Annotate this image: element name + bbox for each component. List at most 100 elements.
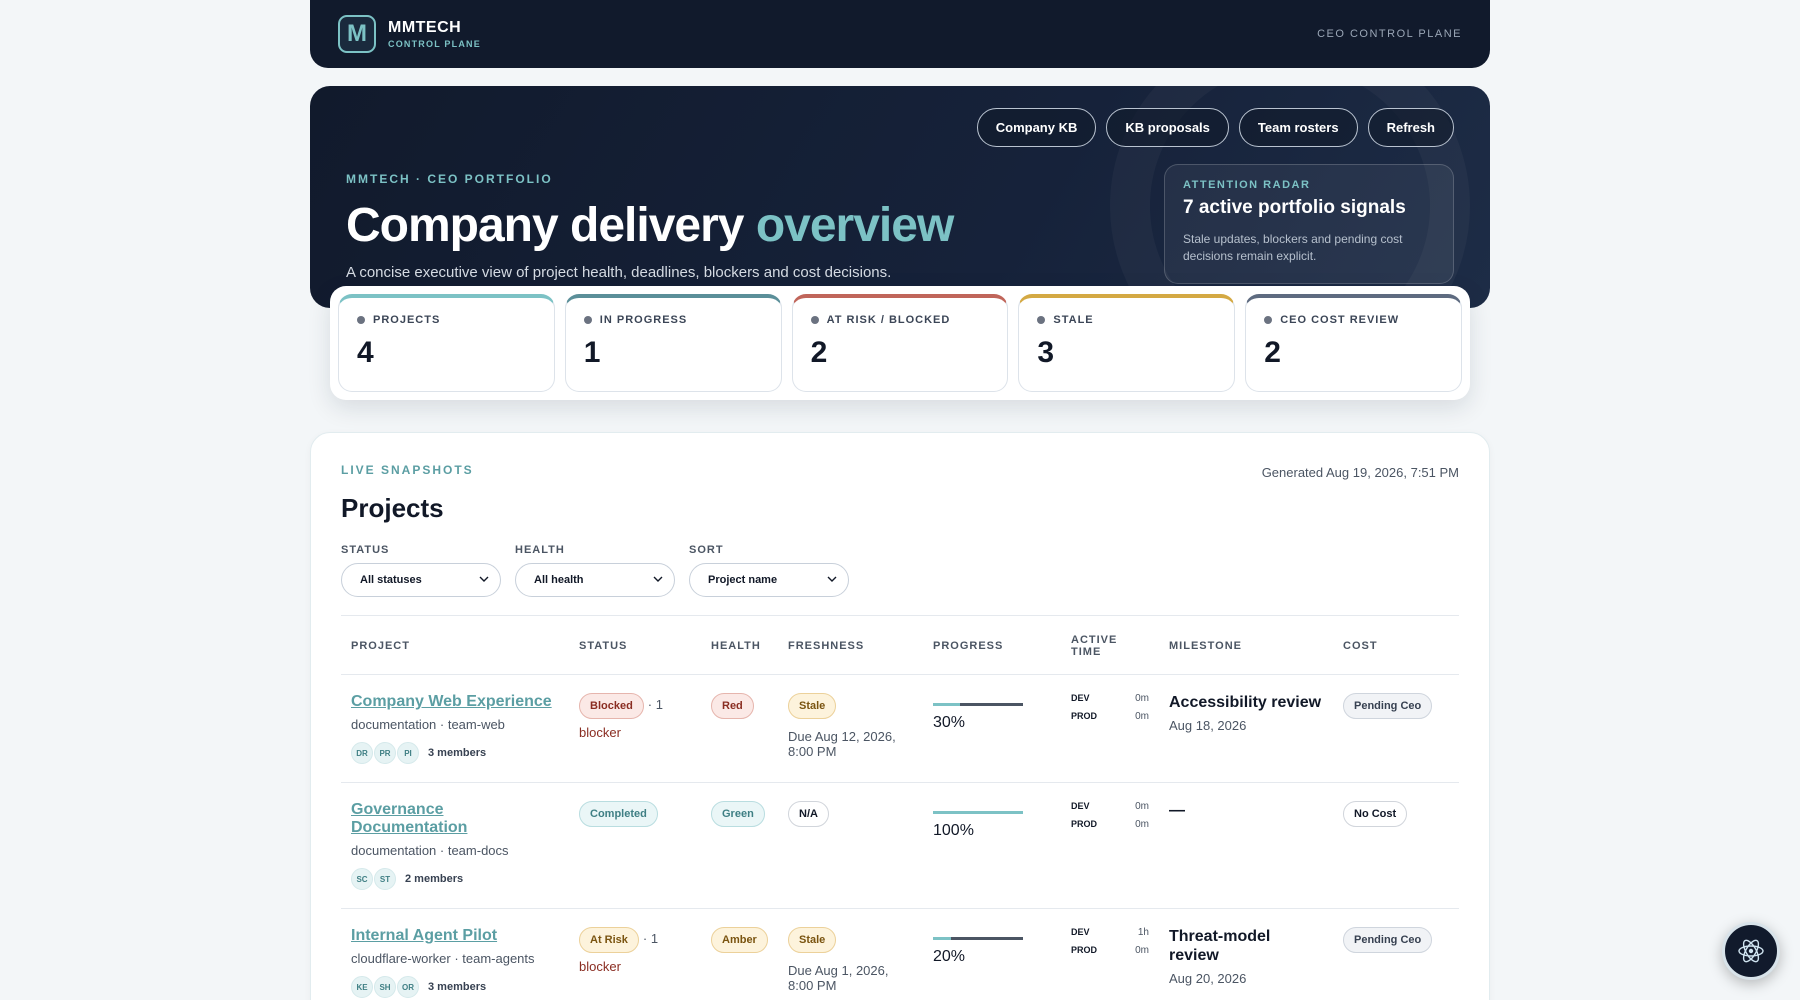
brand: MMTECH CONTROL PLANE [388,19,481,49]
status-badge: Completed [579,801,658,827]
member-list: SC ST 2 members [351,868,559,890]
prod-time: PROD 0m [1071,945,1149,956]
stat-label: IN PROGRESS [599,314,688,326]
dev-label: DEV [1071,927,1090,937]
team-rosters-button[interactable]: Team rosters [1238,108,1358,147]
project-link[interactable]: Governance Documentation [351,801,559,837]
sort-filter: SORT Project name [689,544,849,597]
section-title: Projects [341,493,444,523]
blocker-count: · 1 [647,697,663,712]
freshness-badge: N/A [788,801,829,827]
progress-fill [933,811,1023,814]
column-header[interactable]: PROGRESS [923,615,1061,675]
kb-proposals-button[interactable]: KB proposals [1106,108,1229,147]
title-main: Company delivery [346,199,756,252]
stat-in-progress: IN PROGRESS 1 [564,294,782,392]
stat-label: PROJECTS [373,314,441,326]
prod-value: 0m [1135,819,1149,830]
hero-eyebrow: MMTECH · CEO PORTFOLIO [346,172,553,186]
dev-label: DEV [1071,801,1090,811]
table-row: Company Web Experience documentation · t… [341,674,1459,783]
assistant-button[interactable] [1722,922,1780,980]
cost-badge: No Cost [1343,801,1408,827]
prod-label: PROD [1071,819,1098,829]
table-header-row: PROJECT STATUS HEALTH FRESHNESS PROGRESS… [341,615,1459,675]
cost-badge: Pending Ceo [1343,693,1433,719]
stat-at-risk: AT RISK / BLOCKED 2 [791,294,1009,392]
blocker-count: · 1 [642,931,659,946]
company-kb-button[interactable]: Company KB [976,108,1097,147]
dev-time: DEV 1h [1071,927,1149,938]
milestone-date: Aug 18, 2026 [1169,718,1247,733]
select-value: Project name [708,574,778,586]
column-header[interactable]: PROJECT [341,615,569,675]
title-accent: overview [755,199,954,252]
projects-table: PROJECT STATUS HEALTH FRESHNESS PROGRESS… [341,615,1459,1000]
select-value: All health [534,574,584,586]
freshness-badge: Stale [788,927,837,953]
due-date: Due Aug 12, 2026, 8:00 PM [788,729,896,759]
dot-icon [1037,316,1046,324]
projects-panel: LIVE SNAPSHOTS Generated Aug 19, 2026, 7… [310,432,1490,1000]
logo-icon[interactable]: M [338,15,376,53]
stat-stale: STALE 3 [1018,294,1236,392]
avatar: PR [374,742,396,764]
dot-icon [357,316,365,324]
column-header[interactable]: FRESHNESS [778,615,923,675]
generated-timestamp: Generated Aug 19, 2026, 7:51 PM [1261,465,1459,480]
milestone-title: Accessibility review [1169,694,1322,711]
stat-value: 3 [1037,336,1055,369]
project-link[interactable]: Company Web Experience [351,693,559,711]
prod-label: PROD [1071,711,1098,721]
avatar: PI [397,742,419,764]
radar-body: Stale updates, blockers and pending cost… [1183,232,1403,263]
page-title: Company delivery overview [346,198,954,253]
project-meta: cloudflare-worker · team-agents [351,951,535,966]
blocker-label: blocker [579,725,621,740]
column-header[interactable]: COST [1333,615,1459,675]
control-plane-label: CEO CONTROL PLANE [1317,28,1462,40]
progress-fill [933,703,960,706]
column-header[interactable]: HEALTH [701,615,778,675]
column-header[interactable]: MILESTONE [1159,615,1333,675]
status-select[interactable]: All statuses [341,563,501,597]
prod-time: PROD 0m [1071,819,1149,830]
dot-icon [1264,316,1273,324]
column-header[interactable]: STATUS [569,615,701,675]
table-row: Governance Documentation documentation ·… [341,782,1459,909]
project-meta: documentation · team-web [351,717,505,732]
dot-icon [583,316,592,324]
dev-time: DEV 0m [1071,801,1149,812]
prod-value: 0m [1135,945,1149,956]
health-select[interactable]: All health [515,563,675,597]
dot-icon [810,316,819,324]
progress-bar [933,811,1023,814]
health-filter: HEALTH All health [515,544,675,597]
sort-select[interactable]: Project name [689,563,849,597]
progress-bar [933,703,1023,706]
blocker-label: blocker [579,959,621,974]
project-meta: documentation · team-docs [351,843,509,858]
health-badge: Red [711,693,754,719]
avatar: ST [374,868,396,890]
stat-value: 2 [1264,336,1281,369]
due-date: Due Aug 1, 2026, 8:00 PM [788,963,889,993]
radar-eyebrow: ATTENTION RADAR [1183,179,1311,191]
milestone-title: Threat-model review [1169,928,1271,964]
refresh-button[interactable]: Refresh [1367,108,1454,147]
health-badge: Green [711,801,765,827]
project-link[interactable]: Internal Agent Pilot [351,927,559,945]
status-filter: STATUS All statuses [341,544,501,597]
stat-value: 1 [583,336,601,369]
dev-value: 0m [1135,693,1149,704]
stat-projects: PROJECTS 4 [338,294,555,392]
health-badge: Amber [711,927,768,953]
chevron-down-icon [653,576,663,582]
table-row: Internal Agent Pilot cloudflare-worker ·… [341,908,1459,1000]
milestone-date: Aug 20, 2026 [1169,971,1247,986]
column-header[interactable]: ACTIVE TIME [1061,615,1159,675]
filters: STATUS All statuses HEALTH All health SO… [341,544,1459,597]
prod-time: PROD 0m [1071,711,1149,722]
avatar: SC [351,868,373,890]
stat-label: CEO COST REVIEW [1280,314,1400,326]
